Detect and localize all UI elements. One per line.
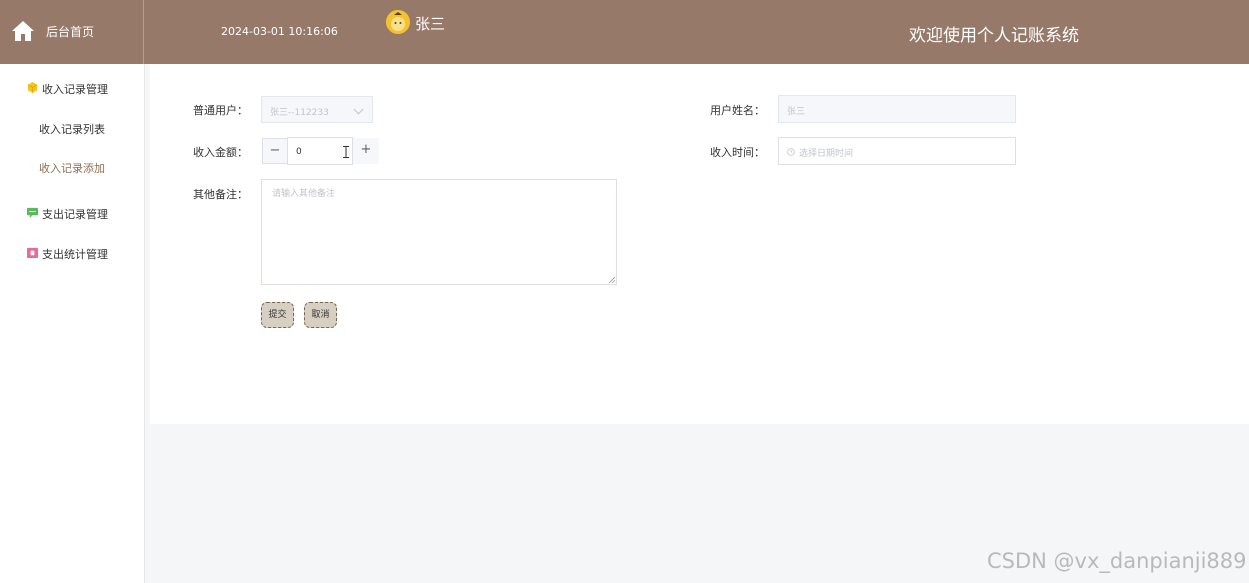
gift-icon — [27, 247, 38, 258]
resize-handle-icon[interactable] — [609, 277, 615, 283]
name-field: 张三 — [778, 95, 1016, 123]
decrement-button[interactable]: − — [262, 138, 288, 164]
avatar-icon — [386, 10, 410, 34]
remark-placeholder: 请输入其他备注 — [272, 189, 336, 199]
current-datetime: 2024-03-01 10:16:06 — [221, 25, 338, 38]
text-cursor-icon — [343, 146, 349, 158]
sidebar-item-expense-management[interactable]: 支出记录管理 — [0, 204, 144, 224]
user-label: 普通用户： — [193, 104, 248, 117]
home-label: 后台首页 — [46, 25, 95, 39]
time-picker[interactable]: 选择日期时间 — [778, 137, 1016, 165]
remark-label: 其他备注： — [193, 188, 248, 201]
remark-textarea[interactable]: 请输入其他备注 — [261, 179, 617, 285]
time-picker-placeholder: 选择日期时间 — [799, 149, 854, 159]
cube-icon — [27, 82, 38, 93]
name-label: 用户姓名： — [710, 104, 765, 117]
watermark: CSDN @vx_danpianji889 — [987, 549, 1247, 573]
amount-label: 收入金额： — [193, 146, 248, 159]
sidebar-item-expense-stats[interactable]: 支出统计管理 — [0, 244, 144, 264]
sidebar-item-income-list[interactable]: 收入记录列表 — [0, 121, 144, 137]
top-header: 后台首页 2024-03-01 10:16:06 张三 欢迎使用个人记账系统 — [0, 0, 1249, 64]
sidebar-item-label: 支出统计管理 — [42, 248, 108, 261]
increment-button[interactable]: + — [353, 138, 379, 164]
cancel-button[interactable]: 取消 — [304, 302, 337, 328]
sidebar-item-label: 支出记录管理 — [42, 208, 108, 221]
system-title: 欢迎使用个人记账系统 — [909, 26, 1079, 46]
user-select-value: 张三--112233 — [270, 108, 329, 118]
sidebar-item-income-add[interactable]: 收入记录添加 — [0, 160, 144, 176]
clock-icon — [787, 148, 795, 156]
avatar[interactable] — [386, 10, 410, 34]
sidebar-item-income-management[interactable]: 收入记录管理 — [0, 79, 144, 99]
time-label: 收入时间： — [710, 146, 765, 159]
home-icon — [12, 21, 34, 41]
username[interactable]: 张三 — [415, 13, 445, 34]
user-select: 张三--112233 — [261, 96, 373, 123]
chevron-down-icon — [353, 104, 364, 115]
name-field-value: 张三 — [787, 107, 806, 117]
home-link[interactable]: 后台首页 — [0, 0, 144, 64]
sidebar-item-label: 收入记录管理 — [42, 83, 108, 96]
amount-value: 0 — [296, 147, 302, 157]
submit-button[interactable]: 提交 — [261, 302, 294, 328]
sidebar: 收入记录管理 收入记录列表 收入记录添加 支出记录管理 支出统计管理 — [0, 64, 145, 583]
message-icon — [27, 207, 38, 218]
